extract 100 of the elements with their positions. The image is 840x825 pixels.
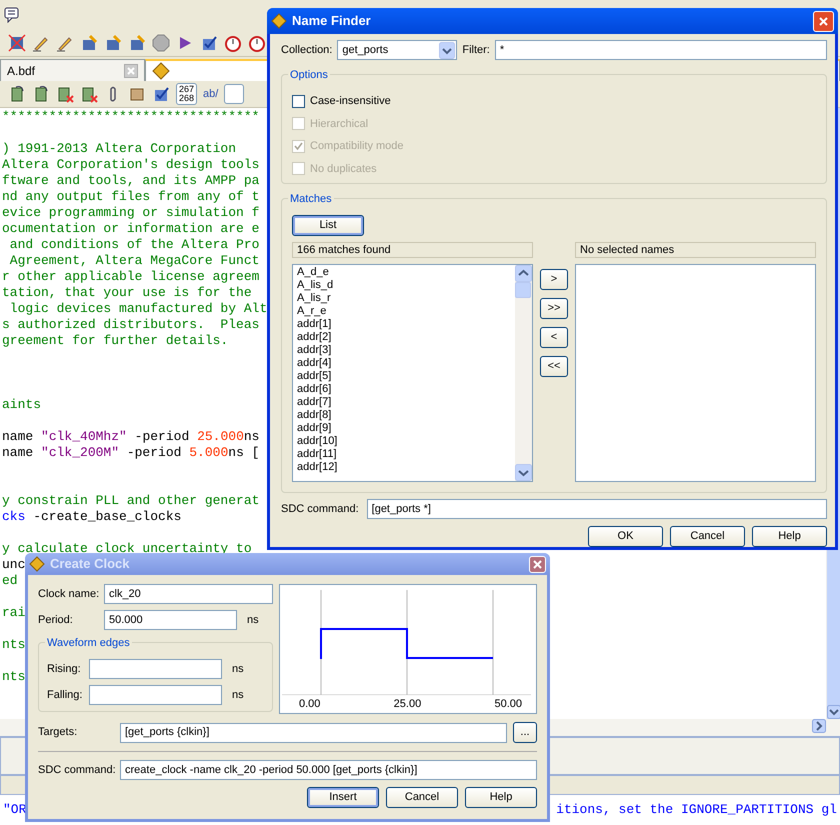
code-line: s authorized distributors. Pleas xyxy=(2,317,260,332)
code-line: r other applicable license agreem xyxy=(2,269,260,284)
list-item[interactable]: addr[12] xyxy=(297,461,511,474)
list-item[interactable]: A_lis_r xyxy=(297,292,511,305)
code-line: ftware and tools, and its AMPP pa xyxy=(2,173,260,188)
chip-icon[interactable] xyxy=(8,34,26,52)
move-button[interactable]: > xyxy=(540,269,568,290)
dialog-button[interactable]: Help xyxy=(752,526,827,547)
close-icon xyxy=(819,16,828,26)
list-item[interactable]: addr[2] xyxy=(297,331,511,344)
code-line: y constrain PLL and other generat xyxy=(2,493,260,508)
field-label: Period: xyxy=(38,612,74,628)
move-button[interactable]: << xyxy=(540,356,568,377)
list-item[interactable]: addr[9] xyxy=(297,422,511,435)
chat-icon[interactable] xyxy=(4,7,20,23)
code-line: nts xyxy=(2,669,26,684)
unit-label: ns xyxy=(247,612,259,628)
checkbox-label: Compatibility mode xyxy=(310,139,404,154)
unit-label: ns xyxy=(232,662,244,677)
dropdown[interactable]: get_ports xyxy=(337,40,458,60)
code-line: and conditions of the Altera Pro xyxy=(8,237,260,252)
code-line: aints xyxy=(2,397,42,412)
code-line: ) 1991-2013 Altera Corporation xyxy=(2,141,236,156)
dialog-button[interactable]: OK xyxy=(588,526,663,547)
checkbox-label: No duplicates xyxy=(310,162,377,176)
checkmark-icon[interactable] xyxy=(152,85,170,103)
message-text: itions, set the IGNORE_PARTITIONS gl xyxy=(556,801,837,820)
command-field[interactable]: [get_ports *] xyxy=(366,499,827,519)
disk-icon[interactable] xyxy=(80,34,98,52)
window-title: Name Finder xyxy=(292,12,372,30)
scroll-down-icon[interactable] xyxy=(827,705,840,719)
code-line: name "clk_40Mhz" -period 25.000ns xyxy=(2,429,260,444)
code-line: ********************************* xyxy=(2,109,260,124)
code-line: Altera Corporation's design tools xyxy=(2,157,260,172)
code-line: nts xyxy=(2,637,26,652)
stopwatch-icon[interactable] xyxy=(224,34,242,52)
code-line: logic devices manufactured by Alt xyxy=(8,301,268,316)
code-line: cks -create_base_clocks xyxy=(2,509,182,524)
field-label: Rising: xyxy=(47,662,82,677)
list-item[interactable]: addr[7] xyxy=(297,396,511,409)
code-line: ocumentation or information are e xyxy=(2,221,260,236)
scroll-right-icon[interactable] xyxy=(812,719,826,733)
code-line: y calculate clock uncertainty to xyxy=(2,541,252,556)
stopwatch-icon[interactable] xyxy=(248,34,266,52)
list-item[interactable]: addr[3] xyxy=(297,344,511,357)
field-label: SDC command: xyxy=(281,502,359,517)
checkbox[interactable] xyxy=(292,94,305,108)
list-header: No selected names xyxy=(575,242,816,258)
cursor-button[interactable] xyxy=(224,84,244,104)
code-line: unc xyxy=(2,557,26,572)
window-title: Create Clock xyxy=(50,555,130,574)
list-item[interactable]: A_d_e xyxy=(297,266,511,279)
list-item[interactable]: addr[11] xyxy=(297,448,511,461)
checkmark-icon[interactable] xyxy=(200,34,218,52)
code-line: name "clk_200M" -period 5.000ns [ xyxy=(2,445,260,460)
axis-label: 50.00 xyxy=(494,697,522,712)
message-text: "OR xyxy=(3,801,26,820)
code-line: Agreement, Altera MegaCore Funct xyxy=(8,253,260,268)
code-line: ed xyxy=(2,573,18,588)
scroll-thumb[interactable] xyxy=(515,282,531,298)
list-item[interactable]: addr[4] xyxy=(297,357,511,370)
diamond-icon xyxy=(29,556,45,572)
group-title: Options xyxy=(288,67,330,84)
line-number-button[interactable]: 267 268 xyxy=(176,83,198,105)
list-item[interactable]: addr[10] xyxy=(297,435,511,448)
disk-icon[interactable] xyxy=(104,34,122,52)
list-item[interactable]: A_lis_d xyxy=(297,279,511,292)
editor-tab[interactable]: A.bdf xyxy=(0,59,145,81)
list-item[interactable]: addr[1] xyxy=(297,318,511,331)
move-button[interactable]: < xyxy=(540,327,568,348)
list-item[interactable]: addr[5] xyxy=(297,370,511,383)
find-button[interactable]: ab/ xyxy=(203,86,218,102)
filter-field[interactable]: * xyxy=(494,40,827,60)
field-label: Collection: xyxy=(281,42,332,58)
stop-icon[interactable] xyxy=(152,34,170,52)
code-line: nd any output files from any of t xyxy=(2,189,260,204)
field-label: Clock name: xyxy=(38,586,100,602)
close-button[interactable] xyxy=(813,10,834,32)
field-label: Falling: xyxy=(47,688,84,703)
list-item[interactable]: addr[8] xyxy=(297,409,511,422)
code-line: tation, that your use is for the xyxy=(2,285,252,300)
document-icon[interactable] xyxy=(80,85,98,103)
list-header: 166 matches found xyxy=(292,242,533,258)
move-button[interactable]: >> xyxy=(540,298,568,319)
list-item[interactable]: A_r_e xyxy=(297,305,511,318)
disk-icon[interactable] xyxy=(128,34,146,52)
list-item[interactable]: addr[6] xyxy=(297,383,511,396)
close-icon xyxy=(533,560,542,568)
scroll-down-icon[interactable] xyxy=(515,464,532,481)
field-label: Targets: xyxy=(38,725,78,740)
code-line: greement for further details. xyxy=(2,333,228,348)
scroll-up-icon[interactable] xyxy=(515,265,532,282)
axis-label: 25.00 xyxy=(394,697,422,712)
field-label: Filter: xyxy=(462,42,490,58)
dialog-button[interactable]: Cancel xyxy=(670,526,745,547)
code-line: rai xyxy=(2,605,26,620)
list-button[interactable]: List xyxy=(292,215,364,236)
field-label: SDC command: xyxy=(38,762,114,778)
document-icon[interactable] xyxy=(56,85,74,103)
group-title: Waveform edges xyxy=(45,635,132,652)
